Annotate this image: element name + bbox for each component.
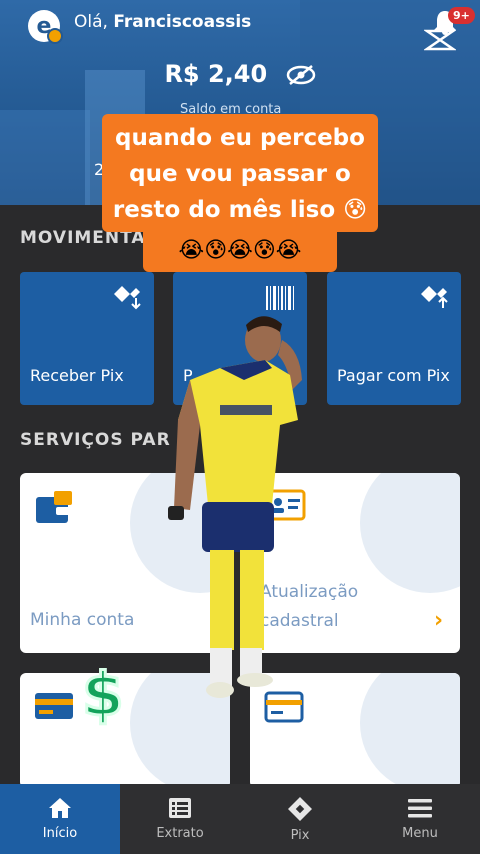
avatar-status-dot (47, 28, 63, 44)
tile-pagar-com-pix[interactable]: Pagar com Pix (327, 272, 461, 405)
user-name: Franciscoassis (113, 12, 252, 32)
nav-label: Extrato (156, 826, 204, 841)
card-decoration (360, 473, 460, 593)
greeting: Olá, Franciscoassis (74, 12, 251, 32)
nav-label: Início (42, 826, 78, 841)
notification-badge: 9+ (448, 7, 475, 24)
background-building (0, 110, 90, 205)
bank-logo-icon (424, 29, 456, 51)
player-sticker-image (168, 316, 302, 698)
pix-icon (288, 797, 312, 821)
nav-menu[interactable]: Menu (360, 784, 480, 854)
home-icon (49, 798, 71, 818)
chevron-right-icon: › (434, 608, 444, 633)
wallet-icon (36, 491, 72, 523)
avatar[interactable]: e (28, 10, 63, 44)
nav-extrato[interactable]: Extrato (120, 784, 240, 854)
balance-row: R$ 2,40 (0, 60, 480, 88)
balance-value: R$ 2,40 (164, 60, 268, 88)
tile-label: Receber Pix (30, 366, 124, 385)
dollar-sticker: $ (81, 659, 126, 732)
nav-inicio[interactable]: Início (0, 784, 120, 854)
tile-label: Pagar com Pix (337, 366, 450, 385)
meme-caption: quando eu percebo que vou passar o resto… (102, 114, 378, 232)
nav-label: Pix (290, 828, 310, 843)
pix-receive-icon (114, 286, 141, 310)
nav-label: Menu (402, 826, 438, 841)
section-title-servicos: SERVIÇOS PAR (20, 430, 171, 450)
card-decoration (360, 673, 460, 788)
nav-pix[interactable]: Pix (240, 784, 360, 854)
hide-balance-eye-icon[interactable] (286, 64, 316, 86)
pix-pay-icon (421, 286, 448, 308)
meme-emoji-row: 😭😰😭😰😭 (143, 230, 337, 272)
statement-icon (169, 798, 191, 818)
tile-receber-pix[interactable]: Receber Pix (20, 272, 154, 405)
hamburger-menu-icon (408, 799, 432, 818)
bottom-navigation: Início Extrato Pix Menu (0, 784, 480, 854)
card-label: Minha conta (30, 610, 135, 630)
greeting-text: Olá, (74, 12, 108, 32)
credit-card-icon (35, 693, 73, 719)
barcode-icon (266, 286, 294, 310)
